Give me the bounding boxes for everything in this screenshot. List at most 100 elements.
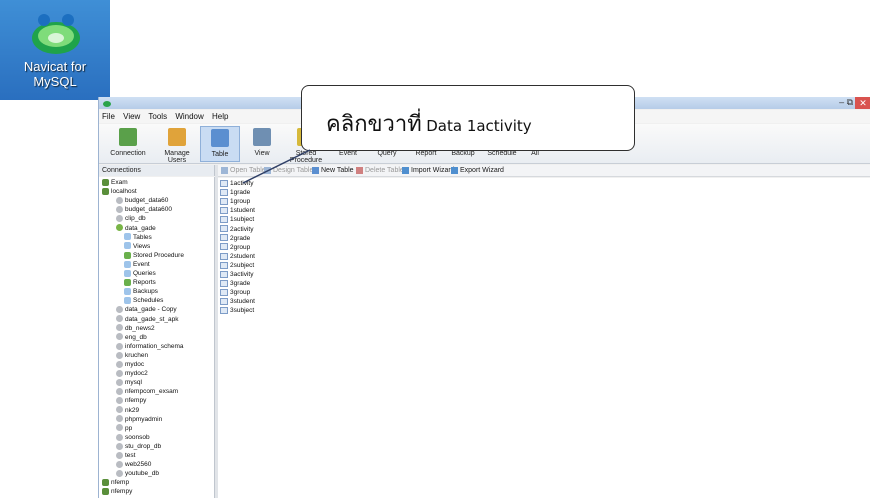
folder-icon	[124, 242, 131, 250]
ribbon-button-label: All	[531, 150, 539, 157]
tree-item[interactable]: Queries	[124, 269, 156, 278]
tree-item[interactable]: phpmyadmin	[116, 415, 162, 424]
menu-window[interactable]: Window	[175, 112, 203, 121]
table-item[interactable]: 2student	[220, 252, 255, 261]
tree-item[interactable]: data_gade	[116, 224, 156, 233]
tree-item[interactable]: Event	[124, 260, 150, 269]
tree-item[interactable]: nfemp	[102, 478, 129, 487]
table-toolbar: Open Table Design Table New Table Delete Ta…	[218, 165, 870, 177]
table-item[interactable]: 1activity	[220, 179, 253, 188]
ribbon-button-view[interactable]: View	[244, 126, 280, 162]
navicat-desktop-icon[interactable]: Navicat for MySQL	[0, 0, 110, 100]
database-icon	[116, 415, 123, 423]
connection-icon	[102, 488, 109, 496]
table-item[interactable]: 1grade	[220, 188, 250, 197]
ribbon-button-table[interactable]: Table	[200, 126, 240, 162]
tree-item[interactable]: soonsob	[116, 433, 150, 442]
tree-item[interactable]: nk29	[116, 406, 139, 415]
tree-item-label: nfemp	[111, 479, 130, 487]
table-icon	[220, 252, 228, 260]
database-icon	[116, 388, 123, 396]
tree-item-label: Exam	[111, 179, 128, 186]
tree-item[interactable]: mydoc2	[116, 369, 148, 378]
tree-item[interactable]: nfempcom_exsam	[116, 387, 178, 396]
toolbar-export-wizard-button[interactable]: Export Wizard	[451, 165, 504, 177]
database-icon	[116, 224, 123, 232]
tree-item[interactable]: db_news2	[116, 324, 155, 333]
table-item[interactable]: 1group	[220, 197, 250, 206]
table-item[interactable]: 2grade	[220, 234, 250, 243]
table-item[interactable]: 1student	[220, 206, 255, 215]
toolbar-import-wizard-button[interactable]: Import Wizard	[402, 165, 455, 177]
table-item[interactable]: 2activity	[220, 225, 253, 234]
tree-item[interactable]: budget_data600	[116, 205, 172, 214]
menu-file[interactable]: File	[102, 112, 115, 121]
design-table-icon	[264, 166, 271, 174]
table-item[interactable]: 2subject	[220, 261, 254, 270]
table-item[interactable]: 3student	[220, 297, 255, 306]
tree-item[interactable]: mysql	[116, 378, 142, 387]
tree-item[interactable]: kruchen	[116, 351, 148, 360]
tree-item[interactable]: Schedules	[124, 296, 163, 305]
tree-item[interactable]: test	[116, 451, 135, 460]
tree-item-label: Backups	[133, 288, 158, 296]
tree-item[interactable]: data_gade - Copy	[116, 305, 177, 314]
tree-item[interactable]: Exam	[102, 178, 128, 187]
menu-help[interactable]: Help	[212, 112, 228, 121]
database-icon	[116, 369, 123, 377]
tree-item[interactable]: localhost	[102, 187, 137, 196]
folder-icon	[124, 297, 131, 305]
tree-item[interactable]: clip_db	[116, 214, 146, 223]
tree-item[interactable]: Stored Procedure	[124, 251, 184, 260]
tree-item-label: pp	[125, 424, 133, 432]
table-item[interactable]: 3grade	[220, 279, 250, 288]
tree-item[interactable]: Reports	[124, 278, 156, 287]
tree-item[interactable]: web2560	[116, 460, 151, 469]
close-button[interactable]: ✕	[855, 97, 870, 109]
ribbon-button-connection[interactable]: Connection	[102, 126, 154, 162]
minimize-maximize-icons[interactable]: – ⧉	[839, 97, 853, 108]
toolbar-design-table-button[interactable]: Design Table	[264, 165, 313, 177]
toolbar-new-table-button[interactable]: New Table	[312, 165, 354, 177]
database-icon	[116, 324, 123, 332]
tree-item[interactable]: mydoc	[116, 360, 144, 369]
table-item[interactable]: 2group	[220, 243, 250, 252]
tree-item-label: web2560	[125, 461, 152, 469]
callout-text: คลิกขวาที่ Data 1activity	[326, 106, 532, 141]
tree-item[interactable]: nfempy	[116, 396, 146, 405]
tree-item[interactable]: nfempy	[102, 487, 132, 496]
table-icon	[220, 207, 228, 215]
tree-item[interactable]: Tables	[124, 233, 152, 242]
tree-item[interactable]: Views	[124, 242, 150, 251]
table-icon	[220, 261, 228, 269]
ribbon-button-manage-users[interactable]: Manage Users	[156, 126, 198, 164]
tree-item[interactable]: stu_drop_db	[116, 442, 161, 451]
toolbar-button-label: Export Wizard	[460, 167, 504, 174]
table-item[interactable]: 3subject	[220, 306, 254, 315]
table-item-label: 3grade	[230, 280, 251, 288]
table-item-label: 1group	[230, 198, 251, 206]
table-item[interactable]: 3activity	[220, 270, 253, 279]
tree-item-label: Stored Procedure	[133, 251, 184, 259]
tree-item[interactable]: Backups	[124, 287, 158, 296]
tree-item[interactable]: youtube_db	[116, 469, 159, 478]
tree-item[interactable]: eng_db	[116, 333, 147, 342]
database-icon	[116, 333, 123, 341]
tree-item[interactable]: information_schema	[116, 342, 184, 351]
tree-item-label: mydoc2	[125, 370, 148, 378]
tree-item-label: soonsob	[125, 433, 150, 441]
tree-item[interactable]: pp	[116, 424, 132, 433]
table-item-label: 1activity	[230, 180, 254, 187]
table-item-label: 2activity	[230, 225, 254, 233]
tree-item-label: budget_data60	[125, 197, 169, 205]
menu-view[interactable]: View	[123, 112, 140, 121]
tree-item[interactable]: data_gade_st_apk	[116, 315, 179, 324]
callout-english-text: Data 1activity	[426, 117, 532, 135]
toolbar-open-table-button[interactable]: Open Table	[221, 165, 266, 177]
toolbar-delete-table-button[interactable]: Delete Table	[356, 165, 404, 177]
table-item[interactable]: 3group	[220, 288, 250, 297]
table-item[interactable]: 1subject	[220, 215, 254, 224]
tree-item[interactable]: budget_data60	[116, 196, 168, 205]
toolbar-button-label: Open Table	[230, 167, 266, 174]
menu-tools[interactable]: Tools	[148, 112, 167, 121]
